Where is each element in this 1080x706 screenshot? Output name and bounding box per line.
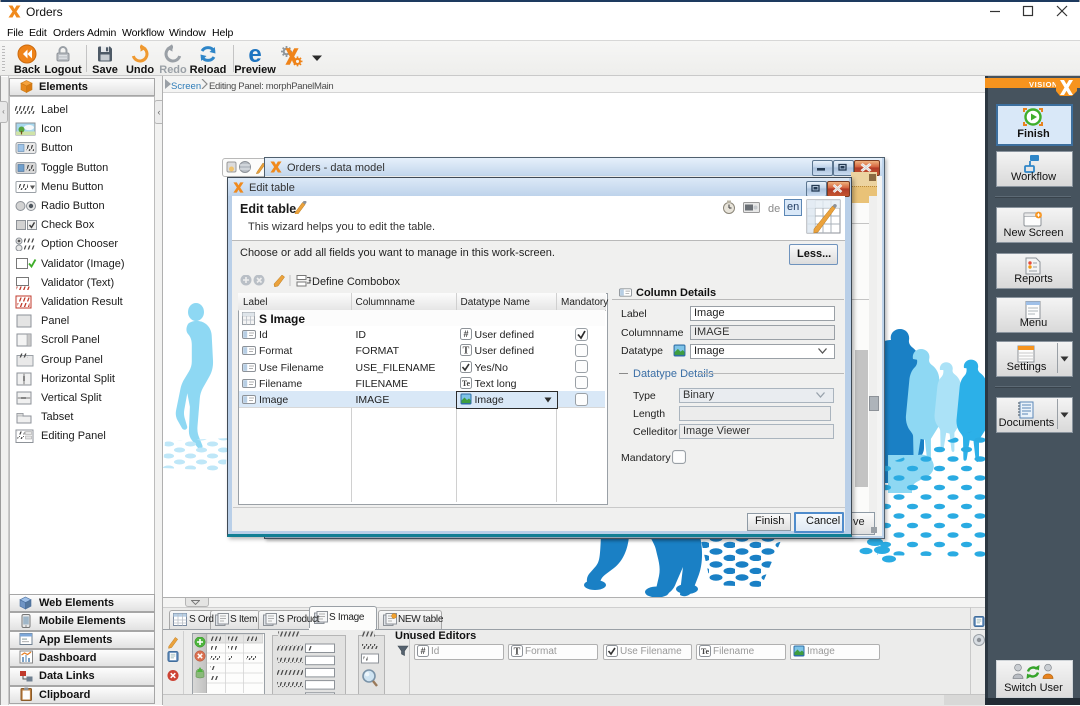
svg-text:#: # (463, 329, 468, 339)
svg-text:T: T (514, 647, 521, 658)
svg-text:T: T (462, 346, 469, 357)
svg-text:Te: Te (461, 379, 470, 388)
svg-text:Te: Te (701, 647, 710, 656)
svg-text:e: e (248, 44, 261, 64)
svg-text:#: # (420, 646, 425, 656)
